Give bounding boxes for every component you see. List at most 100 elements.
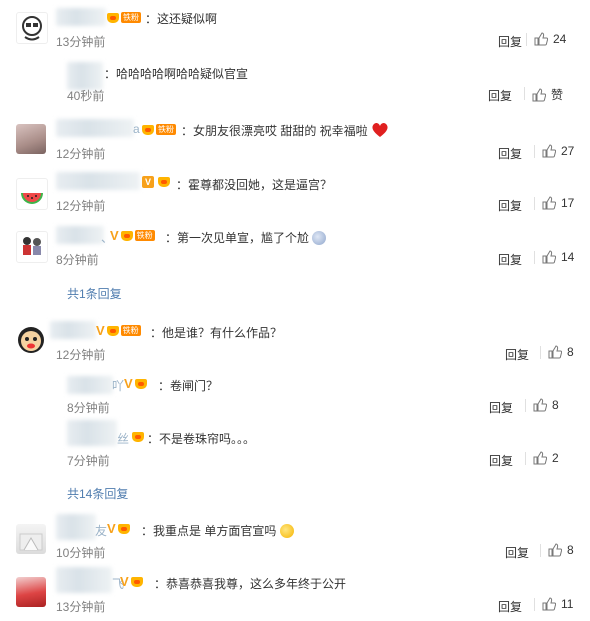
fan-badge: 铁粉 (156, 124, 176, 135)
avatar[interactable] (16, 325, 46, 355)
crown-icon (106, 324, 120, 337)
reply-button[interactable]: 回复 (498, 33, 522, 50)
username-blurred[interactable] (67, 420, 117, 446)
comment-time: 8分钟前 (67, 401, 110, 415)
username-blurred[interactable] (56, 514, 96, 540)
user-badges: V 铁粉 (96, 324, 141, 337)
like-button[interactable]: 27 (534, 144, 575, 158)
like-button[interactable]: 8 (540, 345, 574, 359)
like-button[interactable]: 14 (534, 250, 574, 264)
like-button[interactable]: 赞 (524, 86, 564, 103)
comment-time: 40秒前 (67, 89, 105, 103)
reply-item: ：哈哈哈哈啊哈哈疑似官宣 40秒前 回复 赞 (0, 52, 590, 104)
reply-button[interactable]: 回复 (498, 197, 522, 214)
fan-badge: 铁粉 (134, 230, 155, 241)
thumbs-up-icon (542, 144, 556, 158)
like-button[interactable]: 24 (526, 32, 566, 46)
crown-icon (117, 522, 131, 535)
comment-text: ：卷闸门？ (158, 379, 219, 393)
username-tail[interactable]: 丝 (117, 430, 129, 447)
comment-time: 12分钟前 (56, 199, 106, 213)
reply-button[interactable]: 回复 (505, 346, 529, 363)
crown-icon (130, 575, 144, 588)
comment-text: ：这还疑似啊 (145, 12, 218, 26)
comment-time: 13分钟前 (56, 600, 106, 614)
username-blurred[interactable] (67, 62, 103, 90)
like-button[interactable]: 17 (534, 196, 574, 210)
comment-text: ：哈哈哈哈啊哈哈疑似官宣 (104, 67, 249, 81)
comment-text: ：恭喜恭喜我尊，这么多年终于公开 (154, 577, 347, 591)
username-tail[interactable]: 吖 (112, 377, 124, 394)
thumbs-up-icon (548, 543, 562, 557)
like-count: 8 (552, 398, 559, 412)
username-blurred[interactable] (56, 567, 112, 593)
username-blurred[interactable] (56, 226, 104, 244)
crown-icon (141, 123, 155, 136)
avatar[interactable] (16, 12, 48, 44)
like-button[interactable]: 8 (525, 398, 559, 412)
reply-button[interactable]: 回复 (505, 544, 529, 561)
verified-v-badge: V (142, 175, 154, 188)
like-button[interactable]: 2 (525, 451, 559, 465)
comment-time: 13分钟前 (56, 35, 106, 49)
username-blurred[interactable] (56, 119, 134, 137)
avatar[interactable] (16, 124, 46, 154)
comment-item: 友 V ：我重点是 单方面官宣吗 10分钟前 回复 8 (0, 508, 590, 563)
view-replies-link[interactable]: 共14条回复 (67, 485, 128, 502)
user-badges: V (120, 575, 144, 588)
laughing-tears-emoji (279, 524, 294, 538)
reply-button[interactable]: 回复 (488, 87, 512, 104)
thumbs-up-icon (532, 87, 546, 101)
comment-item: V ：霍尊都没回她，这是逼宫？ 12分钟前 回复 17 (0, 160, 590, 213)
avatar[interactable] (16, 231, 48, 263)
avatar[interactable] (16, 577, 46, 607)
thumbs-up-icon (548, 345, 562, 359)
verified-v-badge: V (107, 520, 116, 536)
like-count: 8 (567, 345, 574, 359)
like-count: 赞 (551, 88, 564, 102)
reply-button[interactable]: 回复 (489, 399, 513, 416)
crown-icon (120, 229, 134, 242)
thumbs-up-icon (542, 597, 556, 611)
verified-v-badge: V (96, 322, 105, 338)
reply-button[interactable]: 回复 (489, 452, 513, 469)
like-button[interactable]: 11 (534, 597, 573, 611)
comment-item: V 铁粉 ：他是谁？有什么作品？ 12分钟前 回复 8 (0, 303, 590, 363)
avatar[interactable] (16, 178, 48, 210)
user-badges: V (124, 377, 148, 390)
comment-time: 12分钟前 (56, 348, 106, 362)
username-blurred[interactable] (56, 172, 140, 190)
reply-item: 丝 ：不是卷珠帘吗。。。 7分钟前 回复 2 共14条回复 (0, 416, 590, 501)
comment-text: ：霍尊都没回她，这是逼宫？ (176, 178, 333, 192)
reply-button[interactable]: 回复 (498, 251, 522, 268)
like-count: 8 (567, 543, 574, 557)
comment-item: 铁粉 ：这还疑似啊 13分钟前 回复 24 (0, 0, 590, 52)
reply-button[interactable]: 回复 (498, 598, 522, 615)
username-blurred[interactable] (50, 321, 96, 339)
user-badges: 铁粉 (106, 11, 141, 24)
username-blurred[interactable] (67, 376, 113, 394)
username-blurred[interactable] (56, 8, 106, 26)
crown-icon (134, 377, 148, 390)
like-count: 27 (561, 144, 575, 158)
verified-v-badge: V (120, 573, 129, 589)
comment-text: ：第一次见单宣，尴了个尬 (165, 229, 327, 246)
comment-text: ：不是卷珠帘吗。。。 (147, 432, 256, 446)
view-replies-link[interactable]: 共1条回复 (67, 285, 122, 302)
crown-icon (106, 11, 120, 24)
comment-text: ：女朋友很漂亮哎 甜甜的 祝幸福啦 (181, 122, 389, 139)
username-tail[interactable]: 友 (95, 522, 107, 539)
avatar[interactable] (16, 524, 46, 554)
comment-item: a 铁粉 ：女朋友很漂亮哎 甜甜的 祝幸福啦 12分钟前 回复 27 (0, 104, 590, 161)
thumbs-up-icon (542, 196, 556, 210)
like-count: 2 (552, 451, 559, 465)
user-badges (131, 430, 145, 443)
thumbs-up-icon (534, 32, 548, 46)
comment-time: 10分钟前 (56, 546, 106, 560)
red-heart-emoji (372, 122, 388, 137)
username-tail[interactable]: a (133, 122, 140, 136)
verified-v-badge: V (110, 227, 119, 243)
shocked-face-emoji (312, 231, 327, 245)
like-button[interactable]: 8 (540, 543, 574, 557)
user-badges: 铁粉 (141, 123, 176, 136)
